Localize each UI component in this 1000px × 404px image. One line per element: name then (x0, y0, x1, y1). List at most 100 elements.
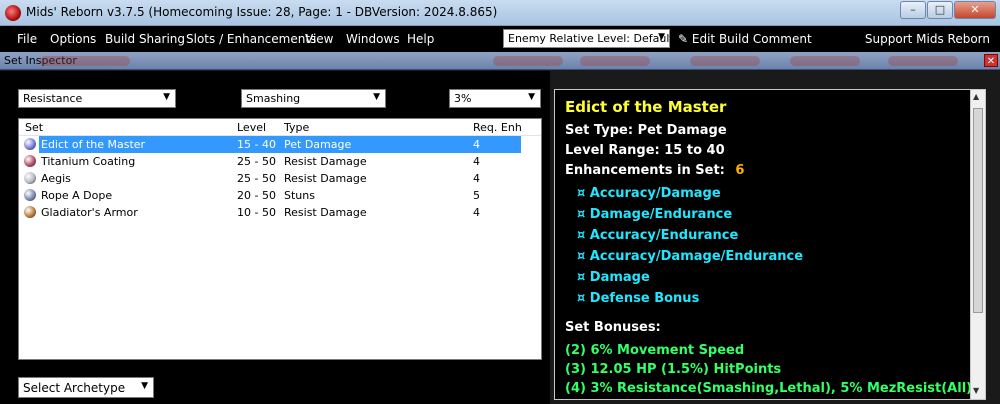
column-header-type[interactable]: Type (284, 121, 309, 134)
set-bonus-item: (4) 3% Resistance(Smashing,Lethal), 5% M… (565, 381, 973, 396)
close-icon[interactable]: ✕ (954, 1, 996, 19)
enhancement-item: ¤ Accuracy/Damage (577, 186, 721, 201)
chevron-down-icon: ▼ (141, 381, 148, 391)
window-controls: – □ ✕ (900, 1, 996, 19)
set-name-cell: Edict of the Master (41, 138, 146, 151)
minimize-icon[interactable]: – (900, 1, 926, 19)
req-enh-cell: 4 (473, 206, 480, 219)
set-bonuses-label: Set Bonuses: (565, 320, 661, 335)
enhancement-item: ¤ Defense Bonus (577, 291, 700, 306)
archetype-dropdown[interactable]: Select Archetype ▼ (18, 377, 154, 398)
level-cell: 20 - 50 (237, 189, 276, 202)
level-cell: 25 - 50 (237, 172, 276, 185)
scroll-down-icon[interactable]: ▼ (973, 386, 979, 395)
title-bar: Mids' Reborn v3.7.5 (Homecoming Issue: 2… (0, 0, 1000, 26)
set-list-panel: Resistance ▼ Smashing ▼ 3% ▼ Set Level T… (0, 71, 550, 404)
archetype-value: Select Archetype (23, 381, 126, 395)
window-title: Mids' Reborn v3.7.5 (Homecoming Issue: 2… (26, 5, 498, 19)
type-cell: Resist Damage (284, 206, 367, 219)
background-ghost (40, 56, 130, 66)
level-cell: 25 - 50 (237, 155, 276, 168)
set-bonus-item: (3) 12.05 HP (1.5%) HitPoints (565, 362, 782, 377)
column-header-req-enh[interactable]: Req. Enh (473, 121, 522, 134)
enhancements-label: Enhancements in Set: (565, 163, 725, 178)
enhancement-item: ¤ Damage/Endurance (577, 207, 733, 222)
table-row[interactable]: Gladiator's Armor 10 - 50 Resist Damage 4 (19, 204, 541, 221)
scrollbar-thumb[interactable] (973, 108, 983, 313)
menu-build-sharing[interactable]: Build Sharing (105, 32, 185, 46)
damage-type-value: Smashing (246, 92, 301, 105)
scroll-up-icon[interactable]: ▲ (973, 92, 979, 101)
detail-scrollbar[interactable]: ▲ ▼ (970, 89, 986, 400)
type-cell: Pet Damage (284, 138, 352, 151)
set-list[interactable]: Set Level Type Req. Enh Edict of the Mas… (18, 118, 542, 360)
enhancements-count: 6 (735, 163, 745, 178)
percent-dropdown[interactable]: 3% ▼ (449, 89, 541, 108)
menu-windows[interactable]: Windows (346, 32, 400, 46)
set-name-cell: Rope A Dope (41, 189, 113, 202)
column-header-set[interactable]: Set (25, 121, 43, 134)
damage-type-dropdown[interactable]: Smashing ▼ (241, 89, 386, 108)
set-bonus-item: (2) 6% Movement Speed (565, 343, 745, 358)
background-ghost (493, 56, 563, 66)
menu-options[interactable]: Options (50, 32, 96, 46)
edit-build-comment-label: Edit Build Comment (691, 32, 812, 46)
req-enh-cell: 5 (473, 189, 480, 202)
enhancement-item: ¤ Accuracy/Damage/Endurance (577, 249, 804, 264)
menu-view[interactable]: View (305, 32, 333, 46)
edit-build-comment-button[interactable]: ✎ Edit Build Comment (678, 32, 812, 46)
set-icon (24, 138, 36, 150)
level-cell: 10 - 50 (237, 206, 276, 219)
chevron-down-icon: ▼ (658, 32, 665, 42)
req-enh-cell: 4 (473, 138, 480, 151)
type-cell: Resist Damage (284, 172, 367, 185)
enemy-level-value: Enemy Relative Level: Default (508, 32, 674, 45)
type-cell: Resist Damage (284, 155, 367, 168)
type-cell: Stuns (284, 189, 315, 202)
enhancements-in-set: Enhancements in Set: 6 (565, 163, 744, 178)
background-ghost (790, 56, 860, 66)
set-inspector-titlebar: Set Inspector ✕ (0, 52, 1000, 70)
level-cell: 15 - 40 (237, 138, 276, 151)
set-detail-panel: Edict of the Master Set Type: Pet Damage… (554, 89, 986, 400)
chevron-down-icon: ▼ (528, 92, 535, 102)
background-ghost (580, 56, 650, 66)
req-enh-cell: 4 (473, 155, 480, 168)
menu-slots-enhancements[interactable]: Slots / Enhancements (186, 32, 316, 46)
set-name-cell: Aegis (41, 172, 71, 185)
background-ghost (888, 56, 958, 66)
set-name-cell: Gladiator's Armor (41, 206, 138, 219)
set-name: Edict of the Master (565, 98, 727, 116)
set-icon (24, 189, 36, 201)
enhancement-item: ¤ Accuracy/Endurance (577, 228, 739, 243)
level-range: Level Range: 15 to 40 (565, 143, 725, 158)
menu-help[interactable]: Help (407, 32, 434, 46)
set-type: Set Type: Pet Damage (565, 123, 727, 138)
close-icon[interactable]: ✕ (984, 54, 998, 67)
set-icon (24, 206, 36, 218)
enhancement-item: ¤ Damage (577, 270, 650, 285)
menu-file[interactable]: File (17, 32, 37, 46)
table-row[interactable]: Rope A Dope 20 - 50 Stuns 5 (19, 187, 541, 204)
set-icon (24, 172, 36, 184)
chevron-down-icon: ▼ (373, 92, 380, 102)
table-row[interactable]: Edict of the Master 15 - 40 Pet Damage 4 (19, 136, 541, 153)
percent-value: 3% (454, 92, 472, 105)
category-dropdown[interactable]: Resistance ▼ (18, 89, 176, 108)
category-value: Resistance (23, 92, 83, 105)
list-header: Set Level Type Req. Enh (19, 119, 541, 136)
table-row[interactable]: Aegis 25 - 50 Resist Damage 4 (19, 170, 541, 187)
set-name-cell: Titanium Coating (41, 155, 136, 168)
app-icon (5, 5, 21, 21)
set-icon (24, 155, 36, 167)
menu-bar: File Options Build Sharing Slots / Enhan… (0, 26, 1000, 52)
table-row[interactable]: Titanium Coating 25 - 50 Resist Damage 4 (19, 153, 541, 170)
column-header-level[interactable]: Level (237, 121, 266, 134)
chevron-down-icon: ▼ (163, 92, 170, 102)
support-link[interactable]: Support Mids Reborn (865, 32, 990, 46)
pencil-icon: ✎ (678, 32, 689, 46)
enemy-level-dropdown[interactable]: Enemy Relative Level: Default ▼ (503, 29, 674, 48)
req-enh-cell: 4 (473, 172, 480, 185)
background-ghost (690, 56, 760, 66)
maximize-icon[interactable]: □ (927, 1, 953, 19)
